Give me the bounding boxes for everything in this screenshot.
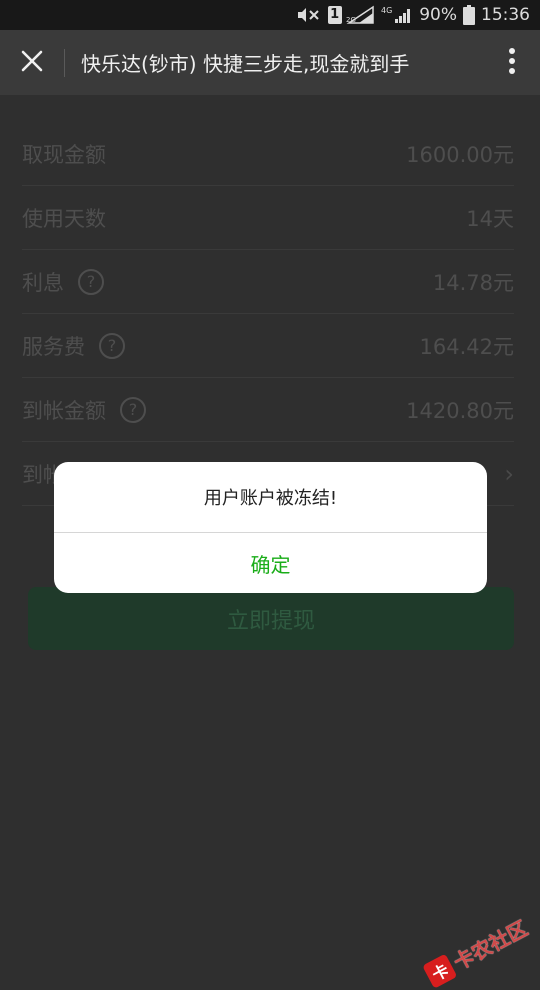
page-title: 快乐达(钞市) 快捷三步走,现金就到手 [81, 48, 484, 77]
question-circle-icon[interactable]: ? [120, 397, 146, 423]
row-label: 取现金额 [22, 139, 106, 169]
row-label: 使用天数 [22, 203, 106, 233]
battery-percent: 90% [419, 0, 457, 30]
question-circle-icon[interactable]: ? [99, 333, 125, 359]
question-circle-icon[interactable]: ? [78, 269, 104, 295]
alert-message: 用户账户被冻结! [54, 462, 487, 532]
more-vertical-icon [508, 47, 516, 79]
withdraw-now-button[interactable]: 立即提现 [28, 587, 514, 650]
row-interest: 利息 ? 14.78元 [22, 251, 514, 314]
status-bar: 1 2G 4G 90% 15:36 [0, 0, 540, 30]
svg-text:2G: 2G [346, 16, 356, 24]
row-value: 1600.00元 [406, 139, 514, 169]
alert-dialog: 用户账户被冻结! 确定 [54, 462, 487, 593]
title-bar: 快乐达(钞市) 快捷三步走,现金就到手 [0, 30, 540, 95]
row-withdraw-amount: 取现金额 1600.00元 [22, 123, 514, 186]
mute-icon [296, 5, 322, 25]
chevron-right-icon: › [504, 460, 514, 488]
row-service-fee: 服务费 ? 164.42元 [22, 315, 514, 378]
svg-text:4G: 4G [381, 6, 392, 15]
row-value: 164.42元 [420, 331, 514, 361]
signal-4g-icon: 4G [381, 5, 413, 25]
battery-icon [463, 5, 475, 25]
row-received-amount: 到帐金额 ? 1420.80元 [22, 379, 514, 442]
title-divider [64, 49, 65, 77]
row-value: 14.78元 [433, 267, 514, 297]
confirm-button[interactable]: 确定 [54, 533, 487, 593]
row-label: 利息 [22, 267, 64, 297]
close-icon [20, 49, 44, 77]
more-button[interactable] [484, 30, 540, 95]
row-usage-days: 使用天数 14天 [22, 187, 514, 250]
row-value: 14天 [466, 203, 514, 233]
row-value: 1420.80元 [406, 395, 514, 425]
row-label: 服务费 [22, 331, 85, 361]
sim-number: 1 [330, 0, 339, 30]
clock: 15:36 [481, 0, 530, 30]
signal-2g-icon: 2G [345, 5, 375, 25]
row-label: 到帐金额 [22, 395, 106, 425]
close-button[interactable] [0, 30, 64, 95]
